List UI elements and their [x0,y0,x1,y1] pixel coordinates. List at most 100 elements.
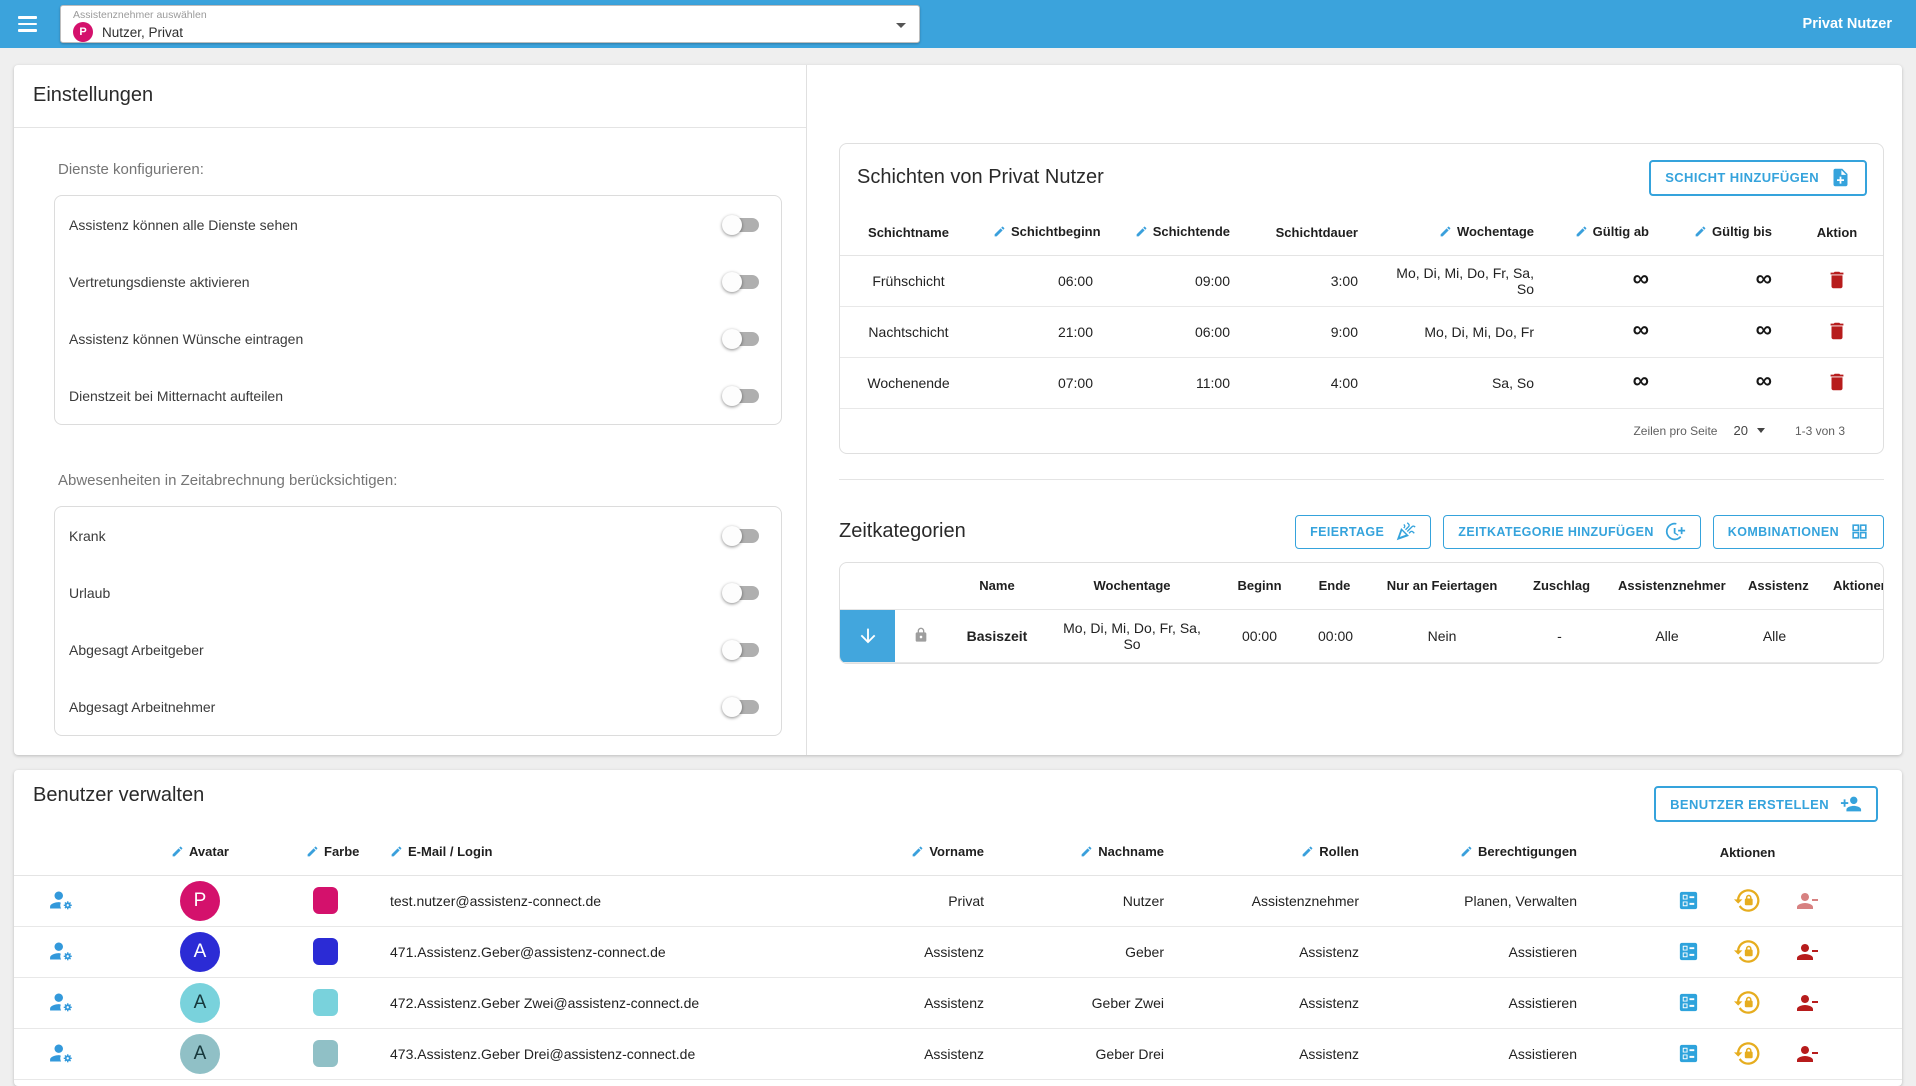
column-header: Name [947,563,1047,610]
toggle-switch[interactable] [725,586,759,600]
user-color-cell[interactable] [290,875,360,926]
reset-password-button[interactable] [1732,1038,1763,1069]
infinity-icon: ∞ [1633,265,1649,291]
user-details-button[interactable] [1675,887,1702,914]
shift-begin[interactable]: 06:00 [977,255,1109,306]
manage-user-button[interactable] [47,1038,77,1068]
manage-user-button[interactable] [47,987,77,1017]
manage-user-button[interactable] [47,936,77,966]
user-email[interactable]: 473.Assistenz.Geber Drei@assistenz-conne… [360,1028,770,1079]
user-row: Ptest.nutzer@assistenz-connect.dePrivatN… [14,875,1902,926]
rows-per-page-select[interactable]: 20 [1733,423,1764,438]
create-user-button[interactable]: BENUTZER ERSTELLEN [1654,786,1878,822]
column-header[interactable]: E-Mail / Login [360,831,770,875]
user-permissions[interactable]: Assistieren [1375,1028,1593,1079]
shift-days[interactable]: Mo, Di, Mi, Do, Fr, Sa, So [1374,255,1550,306]
column-header[interactable]: Vorname [770,831,1000,875]
reset-password-button[interactable] [1732,936,1763,967]
toggle-switch[interactable] [725,275,759,289]
user-avatar-cell[interactable]: A [110,926,290,977]
column-header[interactable]: Wochentage [1374,211,1550,255]
column-label: Wochentage [1457,224,1534,239]
user-permissions[interactable]: Assistieren [1375,926,1593,977]
user-avatar-cell[interactable]: A [110,1028,290,1079]
user-roles[interactable]: Assistenznehmer [1180,875,1375,926]
delete-shift-button[interactable] [1824,369,1850,395]
toggle-switch[interactable] [725,332,759,346]
user-details-button[interactable] [1675,1040,1702,1067]
column-header[interactable]: Nachname [1000,831,1180,875]
hamburger-menu-icon[interactable] [14,12,41,36]
user-details-button[interactable] [1675,938,1702,965]
column-label: Schichtende [1153,224,1230,239]
user-last-name[interactable]: Geber Drei [1000,1028,1180,1079]
user-avatar-cell[interactable]: A [110,977,290,1028]
user-email[interactable]: 471.Assistenz.Geber@assistenz-connect.de [360,926,770,977]
add-shift-button[interactable]: SCHICHT HINZUFÜGEN [1649,160,1867,196]
reset-password-button[interactable] [1732,987,1763,1018]
user-first-name[interactable]: Assistenz [770,926,1000,977]
holidays-button[interactable]: FEIERTAGE [1295,515,1431,549]
column-header[interactable]: Schichtende [1109,211,1246,255]
user-roles[interactable]: Assistenz [1180,977,1375,1028]
divider [839,479,1884,480]
user-email[interactable]: test.nutzer@assistenz-connect.de [360,875,770,926]
shift-valid-from[interactable]: ∞ [1550,255,1665,306]
user-last-name[interactable]: Nutzer [1000,875,1180,926]
column-header[interactable]: Gültig bis [1665,211,1788,255]
toggle-switch[interactable] [725,529,759,543]
column-header: Aktionen [1593,831,1902,875]
remove-user-button[interactable] [1793,938,1821,966]
column-header[interactable]: Rollen [1180,831,1375,875]
user-roles[interactable]: Assistenz [1180,926,1375,977]
shift-begin[interactable]: 07:00 [977,357,1109,408]
assistant-select[interactable]: Assistenznehmer auswählen P Nutzer, Priv… [60,5,920,43]
column-header[interactable]: Avatar [110,831,290,875]
shift-end[interactable]: 11:00 [1109,357,1246,408]
user-first-name[interactable]: Assistenz [770,977,1000,1028]
category-recipients: Alle [1602,610,1732,663]
combinations-button[interactable]: KOMBINATIONEN [1713,515,1884,549]
shift-end[interactable]: 06:00 [1109,306,1246,357]
user-roles[interactable]: Assistenz [1180,1028,1375,1079]
shift-valid-to[interactable]: ∞ [1665,357,1788,408]
user-avatar-cell[interactable]: P [110,875,290,926]
delete-shift-button[interactable] [1824,267,1850,293]
column-header[interactable]: Farbe [290,831,360,875]
column-header[interactable]: Berechtigungen [1375,831,1593,875]
user-last-name[interactable]: Geber [1000,926,1180,977]
remove-user-button[interactable] [1793,1040,1821,1068]
shift-valid-from[interactable]: ∞ [1550,357,1665,408]
shift-begin[interactable]: 21:00 [977,306,1109,357]
remove-user-button[interactable] [1793,989,1821,1017]
user-details-button[interactable] [1675,989,1702,1016]
shift-days[interactable]: Mo, Di, Mi, Do, Fr [1374,306,1550,357]
toggle-switch[interactable] [725,700,759,714]
user-color-cell[interactable] [290,1028,360,1079]
reset-password-button[interactable] [1732,885,1763,916]
user-color-cell[interactable] [290,926,360,977]
toggle-switch[interactable] [725,389,759,403]
user-first-name[interactable]: Assistenz [770,1028,1000,1079]
toggle-switch[interactable] [725,643,759,657]
user-last-name[interactable]: Geber Zwei [1000,977,1180,1028]
remove-user-button[interactable] [1793,887,1821,915]
column-header[interactable]: Gültig ab [1550,211,1665,255]
shift-end[interactable]: 09:00 [1109,255,1246,306]
column-header[interactable]: Schichtbeginn [977,211,1109,255]
toggle-switch[interactable] [725,218,759,232]
shift-valid-to[interactable]: ∞ [1665,306,1788,357]
add-time-category-button[interactable]: ZEITKATEGORIE HINZUFÜGEN [1443,515,1700,549]
delete-shift-button[interactable] [1824,318,1850,344]
column-label: Vorname [929,844,984,859]
move-category-button[interactable] [840,610,895,662]
user-first-name[interactable]: Privat [770,875,1000,926]
shift-days[interactable]: Sa, So [1374,357,1550,408]
shift-valid-from[interactable]: ∞ [1550,306,1665,357]
user-permissions[interactable]: Planen, Verwalten [1375,875,1593,926]
user-email[interactable]: 472.Assistenz.Geber Zwei@assistenz-conne… [360,977,770,1028]
manage-user-button[interactable] [47,885,77,915]
user-permissions[interactable]: Assistieren [1375,977,1593,1028]
user-color-cell[interactable] [290,977,360,1028]
shift-valid-to[interactable]: ∞ [1665,255,1788,306]
